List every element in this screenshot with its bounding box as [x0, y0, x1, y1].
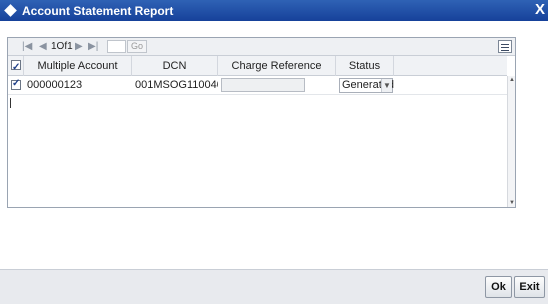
status-select[interactable]: Generated ▼ — [339, 78, 394, 93]
diamond-icon — [4, 4, 17, 17]
dialog-content: |◀ ◀ 1Of1 ▶ ▶| Go Multiple Account DCN C… — [0, 21, 548, 269]
account-cell: 000000123 — [27, 79, 83, 91]
charge-reference-input[interactable] — [221, 78, 305, 92]
page-number-input[interactable] — [107, 40, 126, 53]
scroll-down-icon[interactable]: ▼ — [508, 199, 516, 207]
vertical-scrollbar[interactable]: ▲ ▼ — [507, 76, 515, 207]
grid-header: Multiple Account DCN Charge Reference Nu… — [8, 56, 507, 92]
next-page-icon[interactable]: ▶ — [75, 41, 83, 52]
grid-toolbar: |◀ ◀ 1Of1 ▶ ▶| Go — [8, 38, 515, 56]
exit-button[interactable]: Exit — [514, 276, 545, 298]
header-charge-reference-number[interactable]: Charge Reference Number — [218, 56, 336, 92]
row-select-checkbox[interactable] — [11, 78, 21, 90]
page-info: 1Of1 — [51, 41, 73, 52]
go-button[interactable]: Go — [127, 40, 147, 53]
dialog-footer: Ok Exit — [0, 269, 548, 304]
dialog-title-bar: Account Statement Report X — [0, 0, 548, 21]
text-cursor — [10, 98, 11, 108]
dcn-cell: 001MSOG110040UQ1 — [135, 79, 218, 91]
close-button[interactable]: X — [535, 1, 545, 19]
select-all-checkbox[interactable] — [11, 58, 21, 78]
header-status[interactable]: Status — [336, 56, 394, 76]
first-page-icon[interactable]: |◀ — [22, 41, 32, 52]
scroll-up-icon[interactable]: ▲ — [508, 76, 516, 84]
ok-button[interactable]: Ok — [485, 276, 512, 298]
table-row[interactable]: 000000123 001MSOG110040UQ1 Generated ▼ — [8, 76, 507, 95]
last-page-icon[interactable]: ▶| — [88, 41, 98, 52]
account-grid: |◀ ◀ 1Of1 ▶ ▶| Go Multiple Account DCN C… — [7, 37, 516, 208]
header-dcn[interactable]: DCN — [132, 56, 218, 76]
previous-page-icon[interactable]: ◀ — [39, 41, 47, 52]
list-view-icon[interactable] — [498, 40, 512, 53]
dialog-title: Account Statement Report — [22, 3, 174, 18]
select-all-cell — [8, 56, 24, 78]
chevron-down-icon[interactable]: ▼ — [381, 79, 392, 92]
header-multiple-account[interactable]: Multiple Account — [24, 56, 132, 76]
